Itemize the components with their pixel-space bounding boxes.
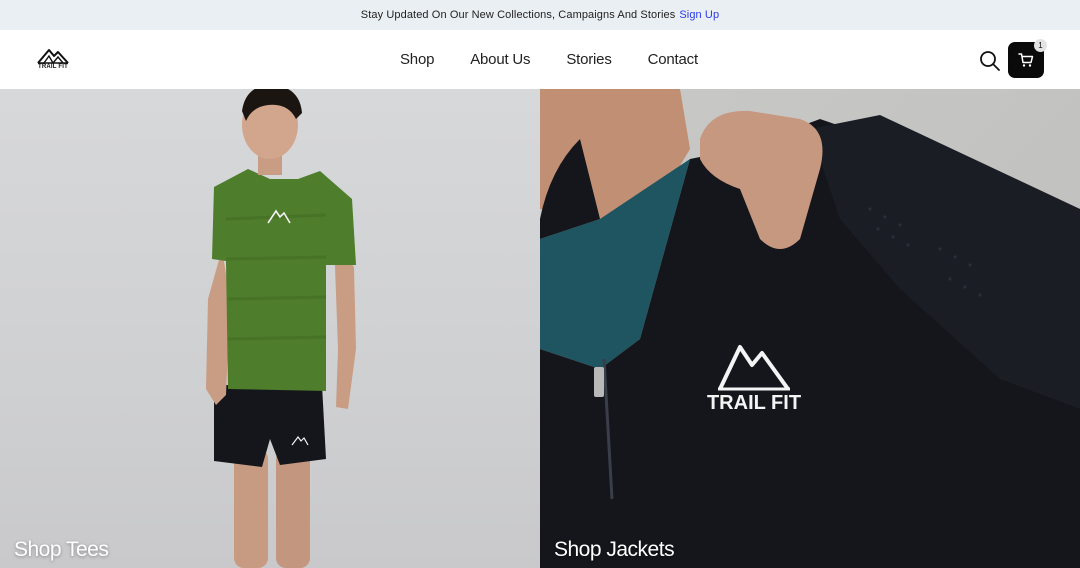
search-icon	[980, 51, 1000, 71]
cart-count-badge: 1	[1034, 39, 1047, 52]
shop-jackets-panel[interactable]: TRAIL FIT Shop Jackets	[540, 89, 1080, 568]
announcement-text: Stay Updated On Our New Collections, Cam…	[360, 9, 676, 21]
nav-contact[interactable]: Contact	[648, 51, 698, 68]
nav-stories[interactable]: Stories	[566, 51, 611, 68]
black-jacket-closeup-photo: TRAIL FIT	[540, 89, 1080, 568]
mountain-logo-icon	[37, 49, 69, 64]
jacket-logo-text: TRAIL FIT	[707, 392, 801, 414]
nav-shop[interactable]: Shop	[400, 51, 434, 68]
sign-up-link[interactable]: Sign Up	[679, 9, 719, 21]
brand-logo[interactable]: TRAIL FIT	[36, 47, 70, 73]
shop-tees-panel[interactable]: Shop Tees	[0, 89, 540, 568]
shop-tees-link[interactable]: Shop Tees	[14, 538, 109, 562]
main-nav: Shop About Us Stories Contact	[400, 30, 698, 89]
announcement-bar: Stay Updated On Our New Collections, Cam…	[0, 0, 1080, 30]
nav-about-us[interactable]: About Us	[470, 51, 530, 68]
site-header: TRAIL FIT Shop About Us Stories Contact …	[0, 30, 1080, 89]
shop-jackets-link[interactable]: Shop Jackets	[554, 538, 675, 562]
model-green-tee-photo	[206, 89, 356, 568]
logo-wordmark: TRAIL FIT	[37, 64, 69, 70]
search-button[interactable]	[979, 50, 1001, 72]
cart-icon	[1018, 53, 1034, 67]
